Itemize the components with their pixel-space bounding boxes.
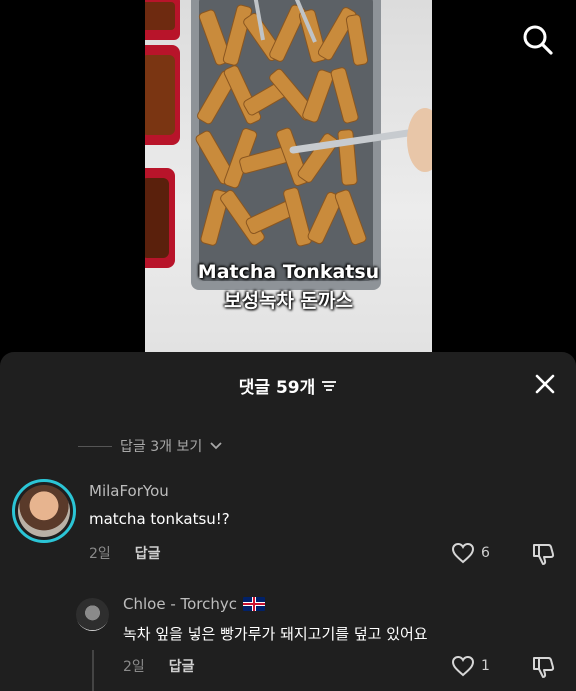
comments-panel: 댓글 59개 답글 3개 보기 MilaForYou matcha tonkat… [0,352,576,691]
reply-username[interactable]: Chloe - Torchyc [123,595,237,613]
search-icon [523,25,553,55]
chevron-down-icon [210,442,222,450]
thread-line [92,650,94,691]
reply-meta: 2일 답글 [123,656,195,676]
comment-username[interactable]: MilaForYou [89,482,169,500]
like-count: 6 [481,545,490,561]
comments-sort-button[interactable]: 댓글 59개 [239,373,338,398]
video-caption-english: Matcha Tonkatsu [197,261,380,283]
heart-icon [451,655,475,677]
like-button[interactable]: 6 [451,542,490,564]
reply-to-reply-button[interactable]: 답글 [169,656,195,676]
thumbs-down-icon [533,657,555,678]
thumbs-down-icon [533,544,555,565]
search-button[interactable] [520,22,556,58]
comment-meta: 2일 답글 [89,543,161,563]
close-button[interactable] [533,372,557,396]
reply-dislike-button[interactable] [531,654,557,680]
comment-date: 2일 [89,546,111,562]
reply-date: 2일 [123,659,145,675]
reply-like-button[interactable]: 1 [451,655,490,677]
reply-button[interactable]: 답글 [135,543,161,563]
comment-text: matcha tonkatsu!? [89,510,230,528]
divider-line [78,445,112,447]
reply-text: 녹차 잎을 넣은 빵가루가 돼지고기를 덮고 있어요 [123,625,428,643]
avatar[interactable] [12,479,76,543]
comments-header: 댓글 59개 [0,352,576,414]
video-player[interactable]: Matcha Tonkatsu 보성녹차 돈까스 [0,0,576,352]
comments-title: 댓글 59개 [238,378,316,398]
heart-icon [451,542,475,564]
reply-like-count: 1 [481,658,490,674]
reply-avatar[interactable] [76,598,109,631]
uk-flag-icon [243,597,266,611]
video-caption-korean: 보성녹차 돈까스 [224,290,353,312]
sort-icon [322,380,337,391]
view-replies-button[interactable]: 답글 3개 보기 [78,436,222,456]
dislike-button[interactable] [531,541,557,567]
close-icon [535,374,555,394]
view-replies-label: 답글 3개 보기 [120,439,203,455]
reply-username-row: Chloe - Torchyc [123,595,266,613]
